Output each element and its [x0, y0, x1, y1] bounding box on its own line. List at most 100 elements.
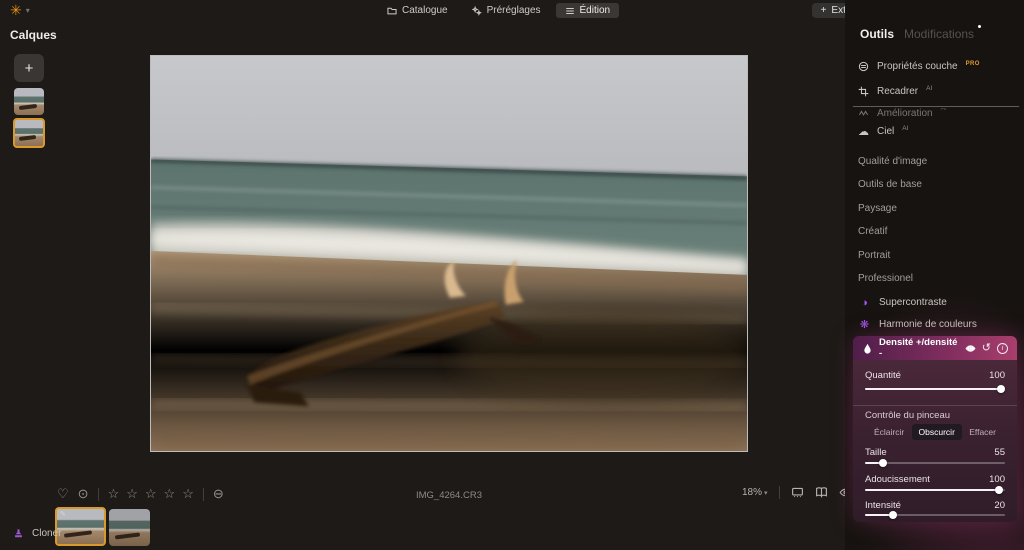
tool-item-ciel[interactable]: ☁ Ciel AI [858, 124, 908, 139]
intensity-slider[interactable] [865, 510, 1005, 519]
ai-badge: AI [902, 125, 909, 132]
driftwood-mini [18, 103, 37, 111]
layer-properties-icon [858, 61, 869, 72]
compare-before-after-icon[interactable] [815, 486, 828, 499]
divider [853, 405, 1017, 406]
color-harmony-icon: ❋ [859, 319, 870, 331]
slider-value: 100 [989, 474, 1005, 485]
tab-catalogue[interactable]: Catalogue [378, 3, 457, 18]
driftwood-mini [63, 530, 93, 539]
app-window: ✳ ▾ Catalogue Préréglages Édition + Extr… [0, 0, 1024, 550]
amount-slider[interactable] [865, 384, 1005, 393]
layer-thumbnail-selected[interactable] [13, 118, 45, 148]
slider-knob[interactable] [879, 458, 888, 467]
ai-badge: AI [926, 85, 933, 92]
slider-knob[interactable] [995, 485, 1004, 494]
zoom-level-dropdown[interactable]: 18% ▾ [742, 487, 768, 498]
brush-control-label: Contrôle du pinceau [865, 410, 951, 421]
zoom-level-value: 18% [742, 487, 763, 498]
section-creatif[interactable]: Créatif [858, 226, 887, 237]
section-qualite-image[interactable]: Qualité d'image [858, 156, 927, 167]
edited-indicator-icon: ✎ [60, 511, 66, 518]
photo-driftwood-beach [151, 56, 747, 451]
tool-item-proprietes-couche[interactable]: Propriétés couche PRO [858, 59, 980, 74]
section-professionel[interactable]: Professionel [858, 273, 913, 284]
visibility-eye-icon[interactable] [965, 343, 976, 354]
sparkles-icon [471, 5, 482, 16]
section-portrait[interactable]: Portrait [858, 250, 890, 261]
clone-stamp-icon [15, 529, 22, 538]
image-canvas[interactable] [150, 55, 748, 452]
size-labels: Taille 55 [865, 447, 1005, 458]
tool-item-amelioration-clipped[interactable]: Amélioration AI [858, 108, 947, 116]
divider [853, 106, 1019, 107]
slider-value: 100 [989, 370, 1005, 381]
panel-title: Densité +/densité - [879, 337, 958, 359]
star-icon[interactable]: ☆ [126, 486, 138, 502]
slider-label: Adoucissement [865, 474, 930, 485]
tab-outils[interactable]: Outils [860, 27, 894, 41]
tool-item-supercontraste[interactable]: ◑ Supercontraste [858, 295, 947, 310]
plus-icon: + [820, 5, 827, 16]
tool-label: Supercontraste [879, 297, 947, 308]
sliders-icon [565, 7, 574, 14]
cloud-icon: ☁ [858, 126, 869, 138]
dodge-burn-header[interactable]: Densité +/densité - ↺ i [853, 336, 1017, 360]
reject-icon[interactable]: ⊙ [78, 486, 89, 502]
crop-icon [858, 86, 869, 97]
slider-fill [865, 388, 1001, 390]
enhance-icon [858, 110, 869, 116]
divider [778, 486, 780, 499]
slider-value: 55 [994, 447, 1005, 458]
tool-item-harmonie-de-couleurs[interactable]: ❋ Harmonie de couleurs [858, 317, 977, 332]
display-icon[interactable] [791, 486, 804, 499]
brush-mode-eclaircir[interactable]: Éclaircir [867, 424, 911, 440]
tab-label: Préréglages [486, 5, 541, 16]
filmstrip-thumbnail-selected[interactable]: ✎ [55, 507, 106, 546]
tab-modifications[interactable]: Modifications [904, 25, 982, 41]
tool-item-cloner[interactable]: Cloner [13, 528, 61, 539]
slider-label: Intensité [865, 500, 901, 511]
favorite-heart-icon[interactable]: ♡ [57, 486, 69, 502]
tab-edition[interactable]: Édition [555, 3, 620, 18]
brush-mode-effacer[interactable]: Effacer [962, 424, 1003, 440]
app-menu[interactable]: ✳ ▾ [10, 2, 30, 19]
filmstrip-thumbnail[interactable] [109, 509, 150, 546]
view-controls: 18% ▾ [742, 486, 852, 499]
notification-dot [978, 25, 982, 28]
slider-knob[interactable] [996, 384, 1005, 393]
slider-fill [865, 489, 1000, 491]
slider-label: Taille [865, 447, 887, 458]
size-slider[interactable] [865, 458, 1005, 467]
brush-mode-obscurcir[interactable]: Obscurcir [911, 424, 962, 440]
section-outils-de-base[interactable]: Outils de base [858, 179, 922, 190]
brush-mode-segmented: Éclaircir Obscurcir Effacer [867, 424, 1003, 440]
divider [97, 487, 99, 501]
tool-label: Propriétés couche [877, 61, 958, 72]
layer-thumbnail[interactable] [14, 88, 44, 115]
star-icon[interactable]: ☆ [108, 486, 120, 502]
slider-knob[interactable] [889, 510, 897, 519]
section-paysage[interactable]: Paysage [858, 203, 897, 214]
tool-label: Ciel [877, 126, 895, 137]
folder-icon [387, 7, 397, 14]
reset-undo-icon[interactable]: ↺ [982, 342, 991, 354]
driftwood-mini [114, 532, 140, 540]
brush-icon [864, 343, 871, 354]
softness-slider[interactable] [865, 485, 1005, 494]
amount-labels: Quantité 100 [865, 370, 1005, 381]
softness-labels: Adoucissement 100 [865, 474, 1005, 485]
tool-item-recadrer[interactable]: Recadrer AI [858, 84, 932, 99]
slider-label: Quantité [865, 370, 901, 381]
add-layer-button[interactable]: + [14, 54, 44, 82]
pro-badge: PRO [965, 60, 980, 67]
filename-label: IMG_4264.CR3 [415, 490, 482, 501]
tool-label: Harmonie de couleurs [879, 319, 977, 330]
tab-prereglages[interactable]: Préréglages [463, 3, 550, 18]
tab-label: Catalogue [402, 5, 448, 16]
tab-label: Modifications [904, 27, 975, 41]
chevron-down-icon: ▾ [25, 6, 30, 15]
info-icon[interactable]: i [997, 342, 1008, 354]
slider-value: 20 [994, 500, 1005, 511]
tool-label: Cloner [32, 528, 62, 539]
